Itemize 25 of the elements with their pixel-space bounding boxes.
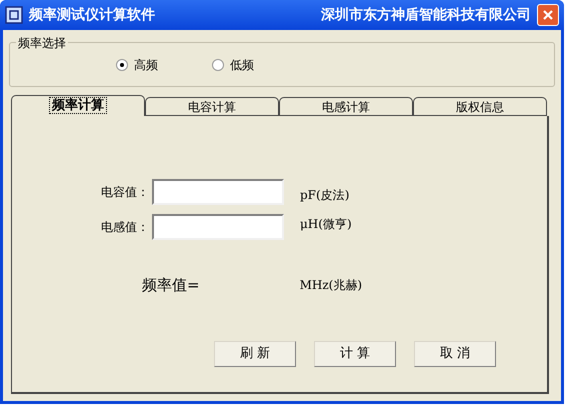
field-label: 电容值： xyxy=(100,184,150,200)
tab[interactable]: 版权信息 xyxy=(413,97,547,116)
tab[interactable]: 电容计算 xyxy=(145,97,279,116)
result-unit: MHz(兆赫) xyxy=(300,277,362,294)
group-label: 频率选择 xyxy=(16,34,68,52)
close-icon xyxy=(542,9,554,21)
action-button[interactable]: 刷 新 xyxy=(214,340,296,366)
radio-option[interactable]: 低频 xyxy=(212,56,254,74)
unit-label: pF(皮法) xyxy=(300,186,350,204)
result-label: 频率值= xyxy=(142,275,200,296)
radio-option[interactable]: 高频 xyxy=(116,56,158,74)
input-field[interactable] xyxy=(152,214,284,240)
action-button[interactable]: 取 消 xyxy=(414,340,496,366)
field-label: 电感值： xyxy=(100,218,150,236)
unit-label: μH(微亨) xyxy=(300,216,352,232)
input-field[interactable] xyxy=(152,178,284,204)
action-button[interactable]: 计 算 xyxy=(314,340,396,366)
tab[interactable]: 频率计算 xyxy=(11,95,145,116)
company-name: 深圳市东方神盾智能科技有限公司 xyxy=(321,6,531,24)
app-icon xyxy=(5,6,23,24)
radio-button[interactable] xyxy=(116,58,128,70)
window-title: 频率测试仪计算软件 xyxy=(29,6,155,24)
close-button[interactable] xyxy=(537,4,559,26)
radio-button[interactable] xyxy=(212,58,224,70)
tab[interactable]: 电感计算 xyxy=(279,97,413,116)
